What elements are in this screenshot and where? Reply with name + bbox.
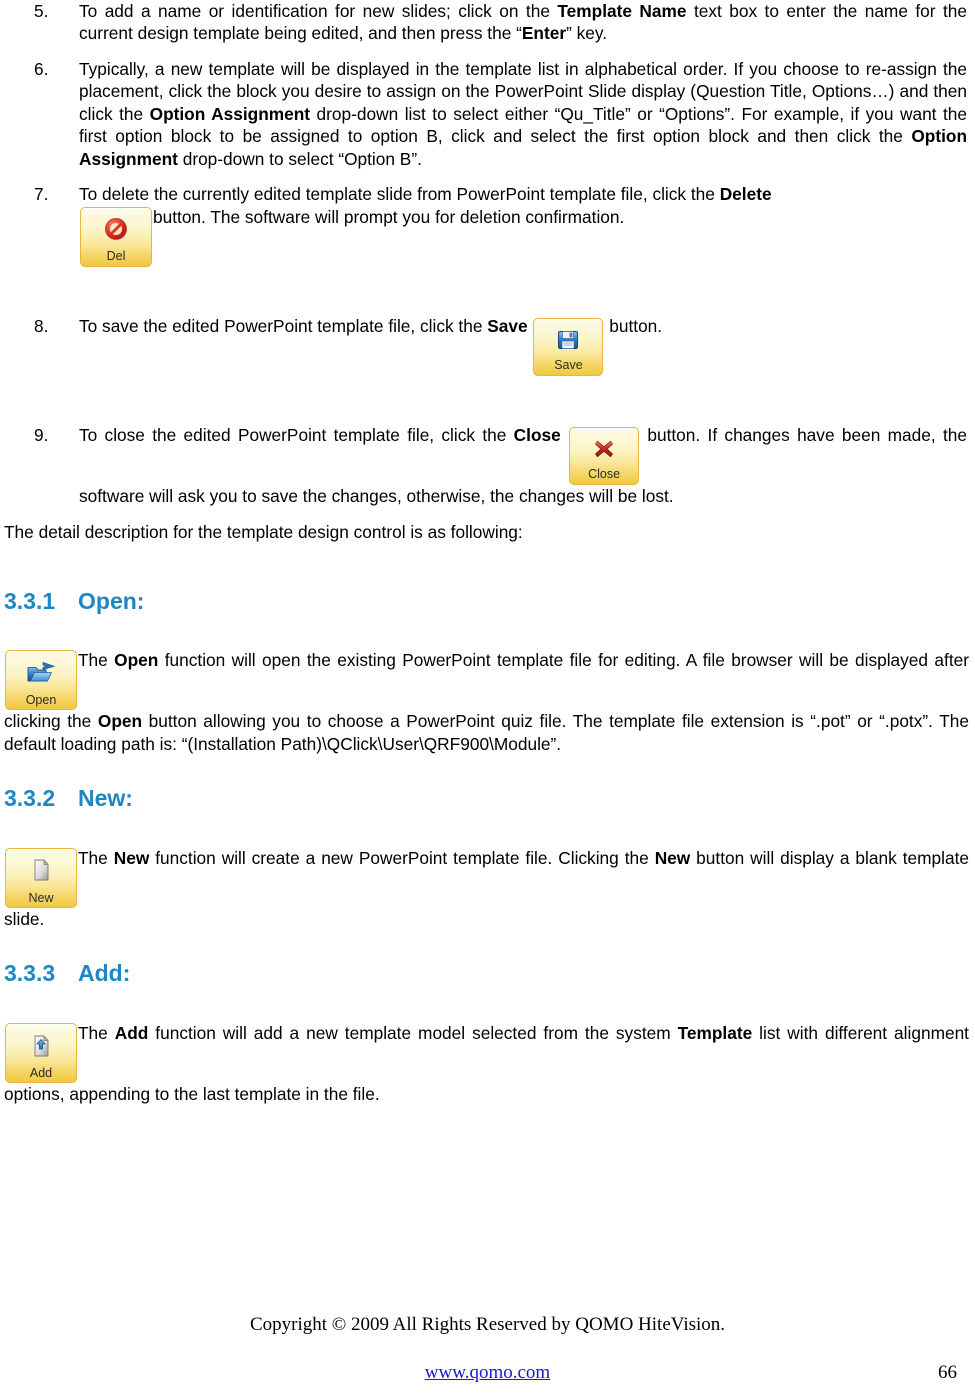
red-x-icon [570, 432, 638, 464]
list-item: 6. Typically, a new template will be dis… [4, 58, 969, 170]
list-item: 9. To close the edited PowerPoint templa… [4, 424, 969, 507]
list-item-text: To add a name or identification for new … [79, 1, 968, 44]
heading-number: 3.3.3 [4, 960, 56, 987]
list-item-text: To save the edited PowerPoint template f… [79, 315, 967, 376]
heading-3-3-2: 3.3.2 New: [4, 785, 969, 813]
list-marker: 5. [34, 1, 49, 21]
new-button[interactable]: New [5, 848, 77, 908]
list-item-text: To delete the currently edited template … [79, 183, 967, 267]
list-marker: 8. [34, 315, 49, 336]
delete-button-label: Del [106, 249, 126, 264]
heading-3-3-3: 3.3.3 Add: [4, 960, 969, 988]
page-footer: Copyright © 2009 All Rights Reserved by … [0, 1314, 975, 1388]
add-button-label: Add [29, 1065, 53, 1080]
heading-title: Add: [78, 960, 131, 987]
item9-bold: Close [513, 424, 561, 445]
new-document-icon [6, 853, 76, 885]
detail-description-line: The detail description for the template … [4, 522, 523, 543]
delete-button[interactable]: Del [80, 206, 152, 267]
add-button[interactable]: Add [5, 1023, 77, 1084]
floppy-disk-icon [534, 323, 602, 355]
section-add-body: Add The Add function will add a new temp… [4, 1023, 969, 1105]
open-button[interactable]: Open [5, 650, 77, 711]
save-button[interactable]: Save [533, 317, 604, 376]
close-button-label: Close [588, 467, 621, 482]
list-item: 7. To delete the currently edited templa… [4, 183, 969, 267]
heading-title: New: [78, 785, 133, 812]
heading-title: Open: [78, 587, 145, 614]
item7-bold: Delete [719, 184, 772, 205]
item7-after: button. The software will prompt you for… [153, 206, 625, 227]
footer-website-link[interactable]: www.qomo.com [0, 1362, 975, 1384]
list-marker: 9. [34, 424, 49, 445]
copyright-notice: Copyright © 2009 All Rights Reserved by … [249, 1314, 726, 1335]
item8-after: button. [604, 315, 663, 336]
page-number: 66 [938, 1362, 957, 1383]
list-item: 8. To save the edited PowerPoint templat… [4, 315, 969, 376]
list-marker: 7. [34, 184, 49, 205]
item8-bold: Save [487, 315, 528, 336]
no-entry-icon [81, 212, 151, 244]
new-button-label: New [28, 890, 54, 905]
heading-number: 3.3.2 [4, 785, 56, 812]
list-marker: 6. [34, 58, 49, 79]
item8-before: To save the edited PowerPoint template f… [79, 315, 488, 336]
document-page: 5. To add a name or identification for n… [0, 0, 975, 1396]
list-item-text: To close the edited PowerPoint template … [79, 424, 967, 507]
instruction-list: 5. To add a name or identification for n… [4, 0, 969, 507]
open-button-label: Open [25, 692, 57, 707]
list-item: 5. To add a name or identification for n… [4, 0, 969, 45]
footer-row: www.qomo.com 66 [0, 1362, 975, 1388]
heading-3-3-1: 3.3.1 Open: [4, 588, 969, 616]
item7-before: To delete the currently edited template … [79, 184, 720, 205]
heading-number: 3.3.1 [4, 587, 56, 614]
list-item-text: Typically, a new template will be displa… [79, 58, 967, 169]
save-button-label: Save [554, 358, 583, 373]
close-button[interactable]: Close [569, 426, 640, 485]
page-content: 5. To add a name or identification for n… [0, 0, 975, 1106]
section-new-body: New The New function will create a new P… [4, 848, 969, 929]
section-open-body: Open The Open function will open the exi… [4, 650, 969, 754]
open-folder-icon [6, 655, 76, 687]
item9-before: To close the edited PowerPoint template … [79, 424, 514, 445]
add-document-icon [6, 1028, 76, 1060]
